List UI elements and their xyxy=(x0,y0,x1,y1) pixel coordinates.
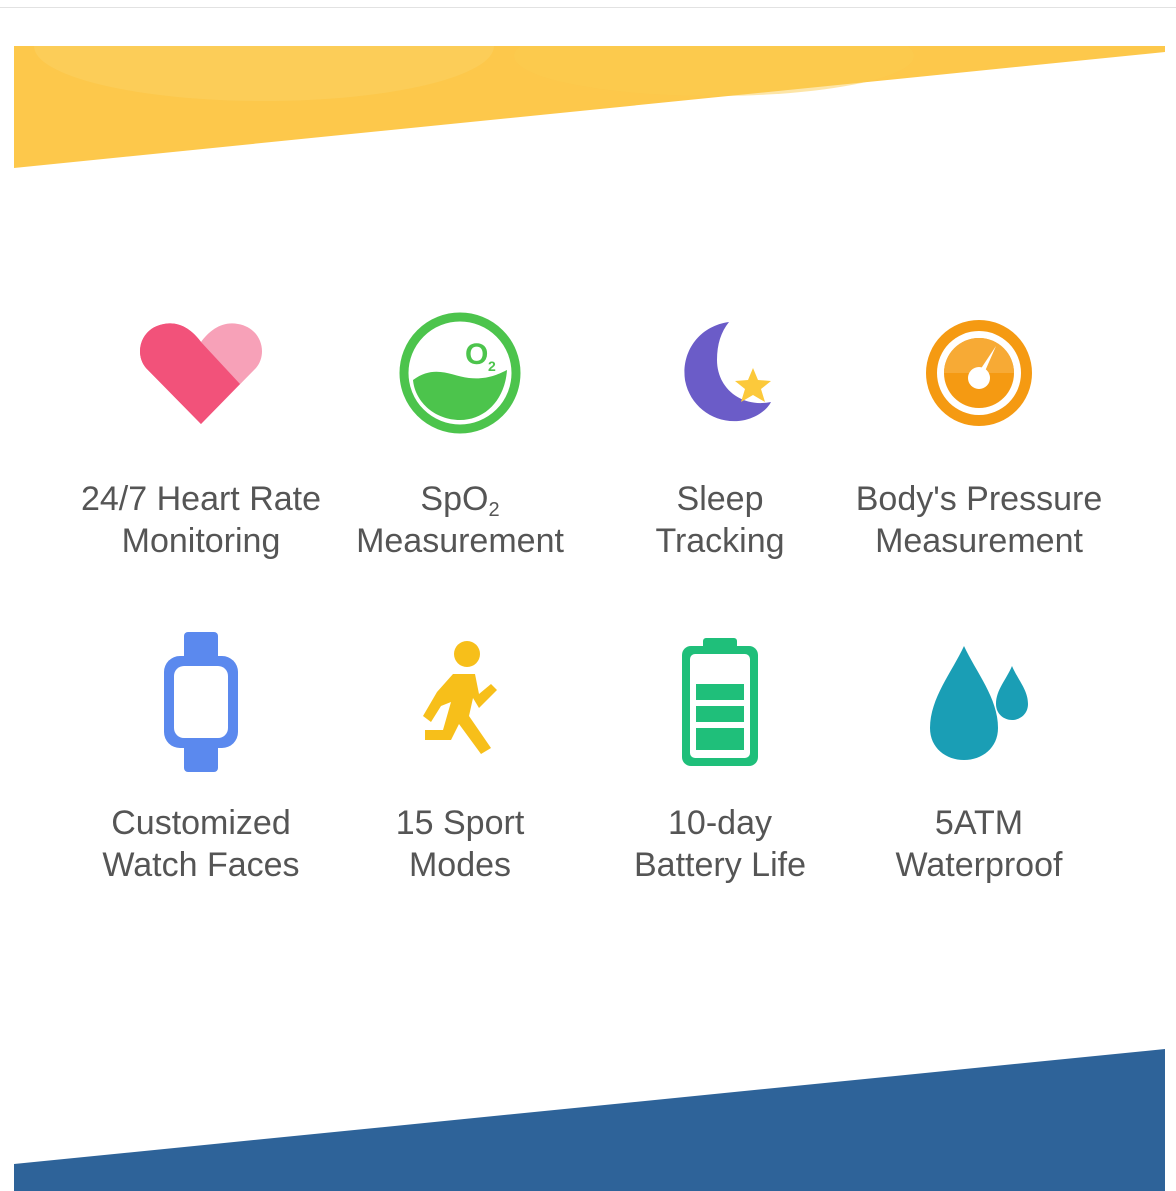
water-drop-icon xyxy=(930,646,1028,760)
watch-icon xyxy=(164,632,238,772)
feature-label: SpO2 Measurement xyxy=(356,480,564,560)
feature-label: 10-day Battery Life xyxy=(634,804,806,884)
feature-label: 24/7 Heart Rate Monitoring xyxy=(80,480,322,560)
feature-card: 24/7 Heart Rate Monitoring O 2 SpO2 Meas… xyxy=(14,46,1165,1191)
feature-watch-faces: Customized Watch Faces xyxy=(71,632,331,886)
gauge-icon xyxy=(926,320,1032,426)
oxygen-icon-sub: 2 xyxy=(488,358,496,374)
feature-sport-modes: 15 Sport Modes xyxy=(330,632,590,886)
top-yellow-banner xyxy=(14,46,1165,168)
runner-icon xyxy=(423,641,497,754)
oxygen-icon: O 2 xyxy=(399,312,521,434)
feature-label: 5ATM Waterproof xyxy=(895,804,1063,884)
moon-icon xyxy=(684,322,771,422)
bottom-blue-banner xyxy=(14,1049,1165,1191)
feature-sleep: Sleep Tracking xyxy=(590,308,850,562)
feature-label: Sleep Tracking xyxy=(655,480,785,560)
feature-label: Customized Watch Faces xyxy=(102,804,300,884)
feature-pressure: Body's Pressure Measurement xyxy=(849,308,1109,562)
feature-spo2: O 2 SpO2 Measurement xyxy=(330,308,590,562)
heart-icon xyxy=(140,323,262,424)
oxygen-icon-text: O xyxy=(465,338,488,371)
feature-waterproof: 5ATM Waterproof xyxy=(849,632,1109,886)
feature-label: 15 Sport Modes xyxy=(395,804,525,884)
battery-icon xyxy=(682,638,758,766)
feature-heart-rate: 24/7 Heart Rate Monitoring xyxy=(71,308,331,562)
top-divider xyxy=(0,7,1176,8)
feature-label: Body's Pressure Measurement xyxy=(855,480,1103,560)
feature-battery: 10-day Battery Life xyxy=(590,632,850,886)
